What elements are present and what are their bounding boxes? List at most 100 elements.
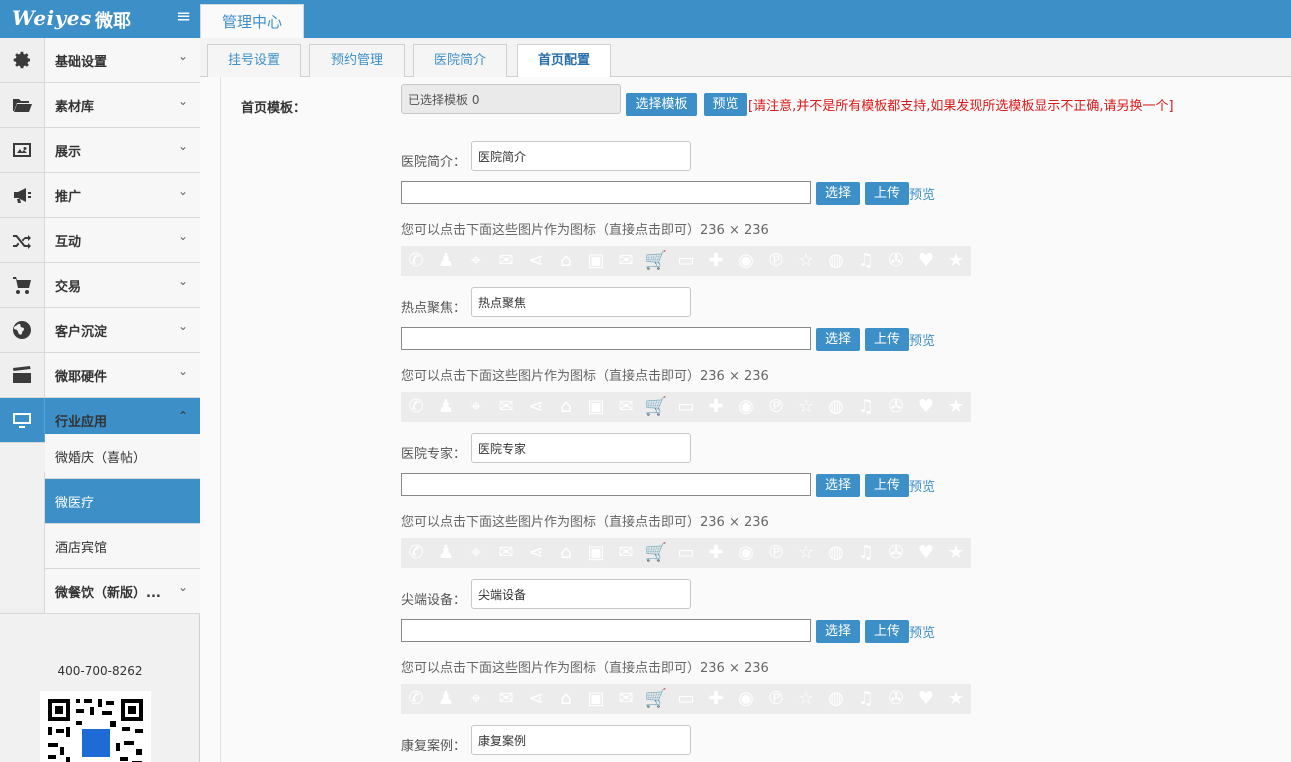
star-icon[interactable]: ★: [941, 246, 971, 276]
p-icon[interactable]: ℗: [761, 392, 791, 422]
mail-icon[interactable]: ✉: [611, 538, 641, 568]
sidebar-item-6[interactable]: 交易 ⌄: [0, 263, 200, 308]
weibo-icon[interactable]: ◉: [731, 538, 761, 568]
phone-icon[interactable]: ✆: [401, 246, 431, 276]
p-icon[interactable]: ℗: [761, 246, 791, 276]
chat-icon[interactable]: ✉: [491, 684, 521, 714]
user-icon[interactable]: ♟: [431, 538, 461, 568]
wechat-icon[interactable]: ◍: [821, 392, 851, 422]
upload-image-button[interactable]: 上传: [865, 620, 909, 643]
share-icon[interactable]: ⋖: [521, 246, 551, 276]
cart-icon[interactable]: 🛒: [641, 392, 671, 422]
upload-image-button[interactable]: 上传: [865, 474, 909, 497]
preview-image-link[interactable]: 预览: [909, 476, 935, 495]
phone-icon[interactable]: ✆: [401, 684, 431, 714]
gift-icon[interactable]: ✚: [701, 392, 731, 422]
map-pin-icon[interactable]: ⌖: [461, 684, 491, 714]
p-icon[interactable]: ℗: [761, 684, 791, 714]
card-icon[interactable]: ▭: [671, 684, 701, 714]
star-outline-icon[interactable]: ☆: [791, 246, 821, 276]
tab-appointment-management[interactable]: 预约管理: [309, 44, 405, 77]
share-icon[interactable]: ⋖: [521, 538, 551, 568]
section-title-input[interactable]: 医院简介: [471, 141, 691, 171]
home-icon[interactable]: ⌂: [551, 538, 581, 568]
picture-icon[interactable]: ▣: [581, 392, 611, 422]
star-outline-icon[interactable]: ☆: [791, 538, 821, 568]
sidebar-item-3[interactable]: 展示 ⌄: [0, 128, 200, 173]
weibo-icon[interactable]: ◉: [731, 392, 761, 422]
mail-icon[interactable]: ✉: [611, 392, 641, 422]
sidebar-item-2[interactable]: 素材库 ⌄: [0, 83, 200, 128]
cart-icon[interactable]: 🛒: [641, 246, 671, 276]
sidebar-item-7[interactable]: 客户沉淀 ⌄: [0, 308, 200, 353]
section-title-input[interactable]: 尖端设备: [471, 579, 691, 609]
music-icon[interactable]: ♫: [851, 392, 881, 422]
p-icon[interactable]: ℗: [761, 538, 791, 568]
user-icon[interactable]: ♟: [431, 684, 461, 714]
cart-icon[interactable]: 🛒: [641, 684, 671, 714]
mail-icon[interactable]: ✉: [611, 246, 641, 276]
wechat-icon[interactable]: ◍: [821, 246, 851, 276]
tab-hospital-intro[interactable]: 医院简介: [413, 44, 507, 77]
star-icon[interactable]: ★: [941, 538, 971, 568]
select-image-button[interactable]: 选择: [816, 620, 860, 643]
share-icon[interactable]: ⋖: [521, 392, 551, 422]
preview-image-link[interactable]: 预览: [909, 622, 935, 641]
select-template-button[interactable]: 选择模板: [626, 93, 697, 116]
gift-icon[interactable]: ✚: [701, 538, 731, 568]
film-icon[interactable]: ✇: [881, 392, 911, 422]
mail-icon[interactable]: ✉: [611, 684, 641, 714]
select-image-button[interactable]: 选择: [816, 182, 860, 205]
upload-image-button[interactable]: 上传: [865, 182, 909, 205]
section-title-input[interactable]: 康复案例: [471, 725, 691, 755]
music-icon[interactable]: ♫: [851, 538, 881, 568]
picture-icon[interactable]: ▣: [581, 538, 611, 568]
music-icon[interactable]: ♫: [851, 684, 881, 714]
preview-template-button[interactable]: 预览: [704, 93, 747, 116]
select-image-button[interactable]: 选择: [816, 474, 860, 497]
card-icon[interactable]: ▭: [671, 246, 701, 276]
map-pin-icon[interactable]: ⌖: [461, 246, 491, 276]
heart-icon[interactable]: ♥: [911, 684, 941, 714]
sidebar-subitem-2[interactable]: 微医疗: [45, 479, 200, 524]
upload-image-button[interactable]: 上传: [865, 328, 909, 351]
wechat-icon[interactable]: ◍: [821, 538, 851, 568]
map-pin-icon[interactable]: ⌖: [461, 392, 491, 422]
home-icon[interactable]: ⌂: [551, 246, 581, 276]
chat-icon[interactable]: ✉: [491, 392, 521, 422]
section-image-url-input[interactable]: [401, 473, 811, 496]
weibo-icon[interactable]: ◉: [731, 684, 761, 714]
heart-icon[interactable]: ♥: [911, 538, 941, 568]
film-icon[interactable]: ✇: [881, 246, 911, 276]
menu-toggle-icon[interactable]: ≡: [176, 6, 191, 27]
tab-homepage-config[interactable]: 首页配置: [517, 44, 611, 78]
preview-image-link[interactable]: 预览: [909, 330, 935, 349]
film-icon[interactable]: ✇: [881, 684, 911, 714]
phone-icon[interactable]: ✆: [401, 538, 431, 568]
card-icon[interactable]: ▭: [671, 392, 701, 422]
picture-icon[interactable]: ▣: [581, 684, 611, 714]
phone-icon[interactable]: ✆: [401, 392, 431, 422]
tab-registration-settings[interactable]: 挂号设置: [207, 44, 301, 77]
gift-icon[interactable]: ✚: [701, 684, 731, 714]
home-icon[interactable]: ⌂: [551, 684, 581, 714]
weibo-icon[interactable]: ◉: [731, 246, 761, 276]
tab-management-center[interactable]: 管理中心: [200, 4, 304, 38]
section-title-input[interactable]: 热点聚焦: [471, 287, 691, 317]
user-icon[interactable]: ♟: [431, 392, 461, 422]
star-outline-icon[interactable]: ☆: [791, 392, 821, 422]
sidebar-item-8[interactable]: 微耶硬件 ⌄: [0, 353, 200, 398]
star-outline-icon[interactable]: ☆: [791, 684, 821, 714]
cart-icon[interactable]: 🛒: [641, 538, 671, 568]
sidebar-item-4[interactable]: 推广 ⌄: [0, 173, 200, 218]
sidebar-item-5[interactable]: 互动 ⌄: [0, 218, 200, 263]
sidebar-subitem-3[interactable]: 酒店宾馆: [45, 524, 200, 569]
star-icon[interactable]: ★: [941, 684, 971, 714]
logo[interactable]: Weiyes 微耶: [0, 0, 200, 38]
chat-icon[interactable]: ✉: [491, 246, 521, 276]
preview-image-link[interactable]: 预览: [909, 184, 935, 203]
heart-icon[interactable]: ♥: [911, 392, 941, 422]
section-title-input[interactable]: 医院专家: [471, 433, 691, 463]
section-image-url-input[interactable]: [401, 181, 811, 204]
user-icon[interactable]: ♟: [431, 246, 461, 276]
